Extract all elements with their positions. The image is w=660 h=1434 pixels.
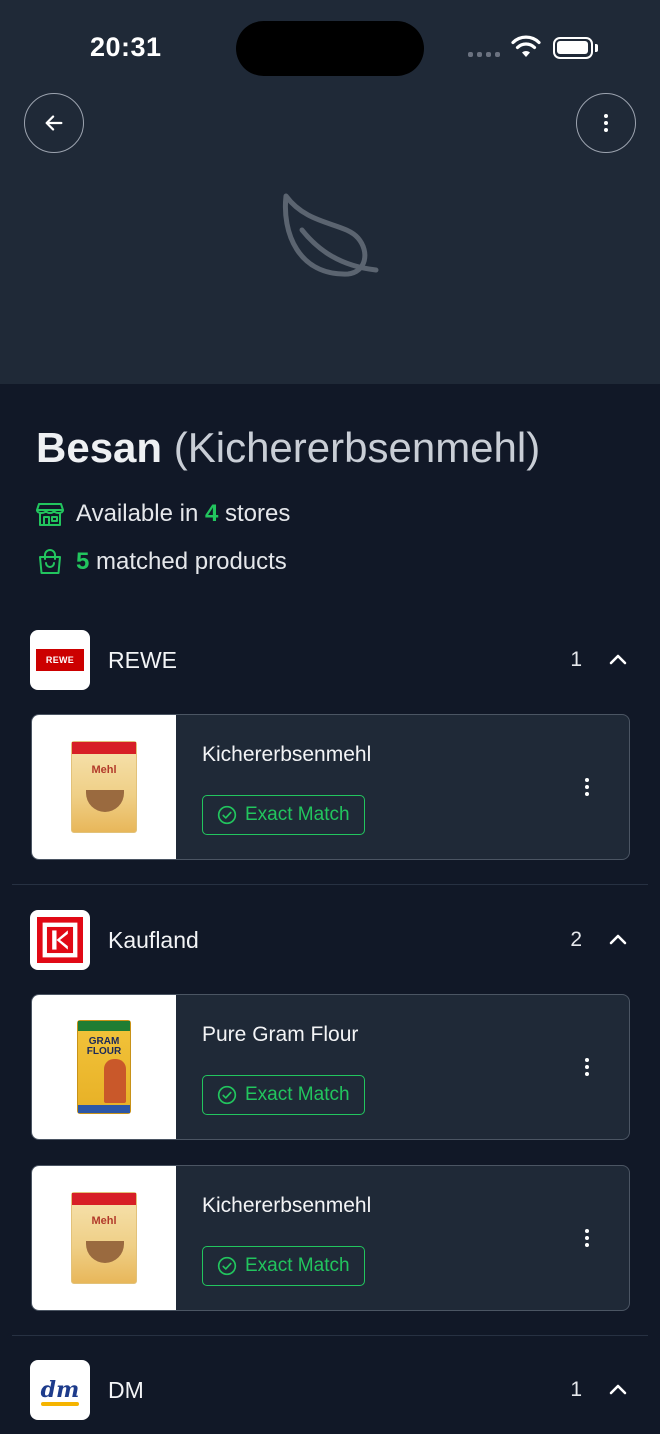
check-circle-icon	[217, 1256, 237, 1276]
badge-label: Exact Match	[245, 1084, 350, 1105]
check-circle-icon	[217, 805, 237, 825]
store-product-count: 2	[570, 928, 582, 951]
matched-products: 5 matched products	[36, 548, 287, 576]
badge-label: Exact Match	[245, 1255, 350, 1276]
section-divider	[12, 884, 648, 885]
pack-label: Mehl	[91, 764, 117, 776]
more-options-button[interactable]	[576, 93, 636, 153]
kaufland-logo	[37, 917, 83, 963]
hero-header: 20:31	[0, 0, 660, 384]
rewe-logo-text: REWE	[36, 649, 84, 671]
stores-prefix: Available in	[76, 500, 199, 527]
pack-label: GRAM FLOUR	[86, 1036, 122, 1057]
page-title: Besan (Kichererbsenmehl)	[36, 424, 540, 472]
store-product-count: 1	[570, 1378, 582, 1401]
products-suffix: matched products	[96, 548, 287, 575]
chevron-up-icon[interactable]	[606, 648, 630, 672]
battery-icon	[553, 37, 598, 59]
store-header-dm[interactable]: dm DM 1	[30, 1360, 630, 1420]
flour-pack-image: Mehl	[71, 1192, 137, 1284]
more-vertical-icon	[604, 114, 608, 132]
product-image: GRAM FLOUR	[32, 995, 176, 1139]
store-logo-rewe: REWE	[30, 630, 90, 690]
shopping-bag-icon	[39, 549, 61, 574]
store-name: REWE	[108, 646, 177, 673]
store-icon	[36, 503, 64, 526]
exact-match-badge: Exact Match	[202, 1075, 365, 1115]
more-vertical-icon[interactable]	[575, 775, 599, 799]
ingredient-name-detail: (Kichererbsenmehl)	[173, 424, 541, 471]
chevron-up-icon[interactable]	[606, 1378, 630, 1402]
check-circle-icon	[217, 1085, 237, 1105]
arrow-left-icon	[45, 115, 63, 131]
stores-suffix: stores	[225, 500, 291, 527]
leaf-icon	[282, 193, 379, 277]
dynamic-island	[236, 21, 424, 76]
exact-match-badge: Exact Match	[202, 1246, 365, 1286]
ingredient-name: Besan	[36, 424, 163, 471]
product-card[interactable]: Mehl Kichererbsenmehl Exact Match	[31, 714, 630, 860]
product-card[interactable]: Mehl Kichererbsenmehl Exact Match	[31, 1165, 630, 1311]
more-vertical-icon[interactable]	[575, 1226, 599, 1250]
chevron-up-icon[interactable]	[606, 928, 630, 952]
flour-pack-image: Mehl	[71, 741, 137, 833]
product-image: Mehl	[32, 715, 176, 859]
store-product-count: 1	[570, 648, 582, 671]
products-count: 5	[76, 548, 90, 575]
exact-match-badge: Exact Match	[202, 795, 365, 835]
back-button[interactable]	[24, 93, 84, 153]
store-logo-dm: dm	[30, 1360, 90, 1420]
dm-logo-text: dm	[40, 1377, 80, 1406]
product-name: Kichererbsenmehl	[202, 743, 372, 766]
cellular-signal-icon	[468, 52, 500, 57]
gram-flour-pack-image: GRAM FLOUR	[77, 1020, 131, 1114]
product-name: Pure Gram Flour	[202, 1023, 359, 1046]
pack-label: Mehl	[91, 1215, 117, 1227]
wifi-icon	[511, 35, 541, 57]
store-logo-kaufland	[30, 910, 90, 970]
badge-label: Exact Match	[245, 804, 350, 825]
product-card[interactable]: GRAM FLOUR Pure Gram Flour Exact Match	[31, 994, 630, 1140]
product-image: Mehl	[32, 1166, 176, 1310]
stores-availability: Available in 4 stores	[36, 500, 290, 528]
more-vertical-icon[interactable]	[575, 1055, 599, 1079]
store-name: DM	[108, 1376, 144, 1403]
section-divider	[12, 1335, 648, 1336]
store-name: Kaufland	[108, 926, 199, 953]
status-bar: 20:31	[0, 0, 660, 96]
status-time: 20:31	[90, 32, 162, 62]
product-name: Kichererbsenmehl	[202, 1194, 372, 1217]
store-header-kaufland[interactable]: Kaufland 2	[30, 910, 630, 970]
store-header-rewe[interactable]: REWE REWE 1	[30, 630, 630, 690]
stores-count: 4	[204, 500, 219, 527]
